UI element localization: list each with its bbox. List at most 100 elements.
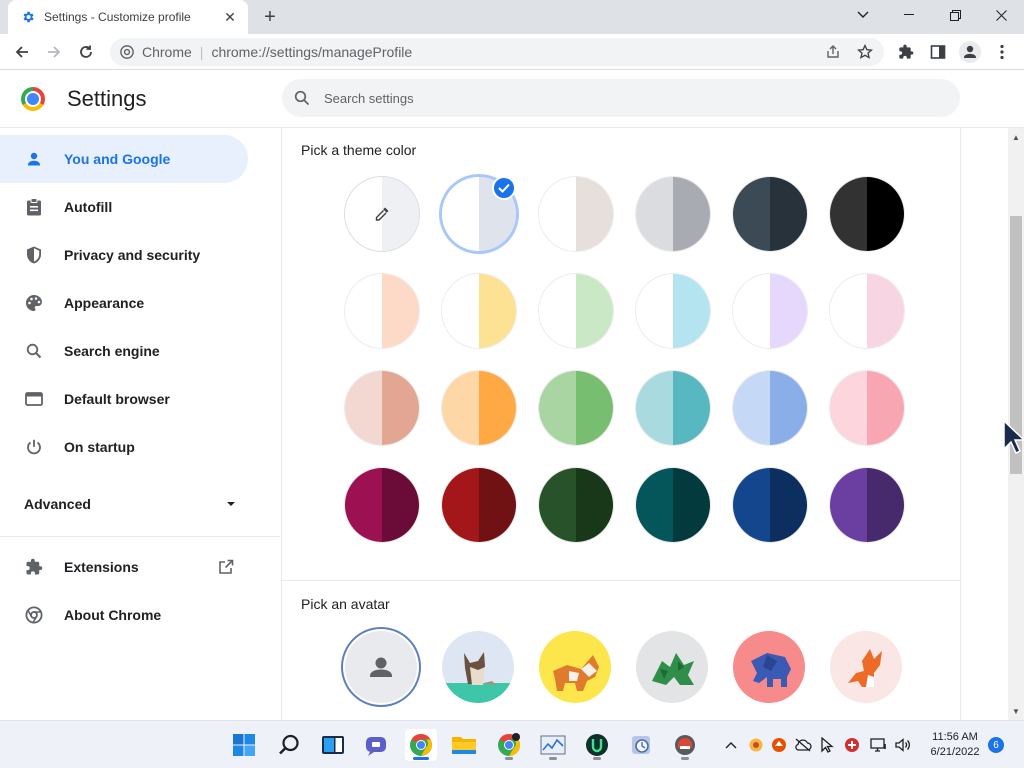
- fox-origami-avatar[interactable]: [830, 631, 902, 703]
- theme-color-swatch[interactable]: [636, 468, 710, 542]
- game-app-button[interactable]: [669, 729, 701, 761]
- theme-color-swatch[interactable]: [636, 274, 710, 348]
- person-icon: [370, 657, 392, 677]
- swatch-left-half: [539, 274, 576, 348]
- vpn-app-button[interactable]: [581, 729, 613, 761]
- selected-check-icon: [492, 176, 516, 200]
- pointer-tray-icon[interactable]: [818, 736, 836, 754]
- theme-color-swatch[interactable]: [539, 468, 613, 542]
- sidebar-item-search-engine[interactable]: Search engine: [0, 327, 248, 375]
- back-button[interactable]: [8, 38, 36, 66]
- tray-app-icon[interactable]: [747, 736, 765, 754]
- sidebar-item-label: Privacy and security: [64, 247, 201, 263]
- sidebar-item-you-and-google[interactable]: You and Google: [0, 135, 248, 183]
- taskbar-chrome-app-2[interactable]: [493, 729, 525, 761]
- arrow-right-icon: [48, 46, 61, 58]
- scroll-up-arrow[interactable]: ▲: [1008, 130, 1024, 144]
- bookmark-star-button[interactable]: [853, 42, 877, 62]
- menu-button[interactable]: [988, 38, 1016, 66]
- minimize-button[interactable]: [886, 0, 932, 30]
- theme-color-swatch[interactable]: [539, 371, 613, 445]
- reload-button[interactable]: [72, 38, 100, 66]
- tab-search-button[interactable]: [840, 0, 886, 30]
- swatch-left-half: [636, 274, 673, 348]
- volume-icon[interactable]: [894, 736, 912, 754]
- profile-button[interactable]: [956, 38, 984, 66]
- theme-color-swatch[interactable]: [442, 468, 516, 542]
- sidebar-advanced-toggle[interactable]: Advanced: [24, 492, 236, 516]
- system-clock[interactable]: 11:56 AM 6/21/2022: [920, 730, 990, 760]
- tab-strip: Settings - Customize profile ✕ +: [0, 0, 1024, 34]
- section-divider: [281, 580, 961, 581]
- theme-color-swatch[interactable]: [830, 177, 904, 251]
- sidebar-item-on-startup[interactable]: On startup: [0, 423, 248, 471]
- theme-color-swatch[interactable]: [442, 274, 516, 348]
- file-explorer-button[interactable]: [448, 729, 480, 761]
- swatch-left-half: [345, 468, 382, 542]
- elephant-origami-avatar[interactable]: [733, 631, 805, 703]
- custom-color-picker[interactable]: [345, 177, 419, 251]
- chart-app-button[interactable]: [537, 729, 569, 761]
- theme-color-swatch[interactable]: [442, 371, 516, 445]
- sidebar-item-label: Autofill: [64, 199, 113, 215]
- network-icon[interactable]: [870, 736, 888, 754]
- settings-header: Settings Search settings: [0, 70, 1024, 128]
- chevron-up-icon[interactable]: [722, 736, 740, 754]
- theme-color-swatch[interactable]: [636, 177, 710, 251]
- swatch-left-half: [733, 177, 770, 251]
- swatch-right-half: [867, 274, 904, 348]
- theme-color-swatch[interactable]: [539, 177, 613, 251]
- forward-button[interactable]: [40, 38, 68, 66]
- sidebar-item-about-chrome[interactable]: About Chrome: [0, 591, 248, 639]
- theme-color-swatch[interactable]: [539, 274, 613, 348]
- close-icon[interactable]: ✕: [222, 9, 238, 25]
- tab-settings[interactable]: Settings - Customize profile ✕: [8, 0, 248, 34]
- teams-chat-button[interactable]: [360, 729, 392, 761]
- sidebar-item-autofill[interactable]: Autofill: [0, 183, 248, 231]
- security-tray-icon[interactable]: [843, 736, 861, 754]
- theme-color-swatch[interactable]: [733, 274, 807, 348]
- cat-origami-icon: [442, 652, 514, 703]
- new-tab-button[interactable]: +: [258, 5, 282, 29]
- tab-title: Settings - Customize profile: [44, 10, 191, 24]
- theme-color-swatch[interactable]: [733, 468, 807, 542]
- tools-app-button[interactable]: [625, 729, 657, 761]
- theme-color-swatch[interactable]: [345, 468, 419, 542]
- cloud-offline-icon[interactable]: [794, 736, 812, 754]
- running-indicator: [505, 757, 513, 760]
- extensions-button[interactable]: [892, 38, 920, 66]
- close-icon: [995, 9, 1007, 21]
- share-button[interactable]: [821, 42, 845, 62]
- theme-color-swatch[interactable]: [733, 177, 807, 251]
- sidebar-item-privacy-and-security[interactable]: Privacy and security: [0, 231, 248, 279]
- side-panel-button[interactable]: [924, 38, 952, 66]
- default-person-avatar[interactable]: [345, 631, 417, 703]
- cat-origami-avatar[interactable]: [442, 631, 514, 703]
- search-icon: [294, 90, 310, 106]
- corgi-origami-avatar[interactable]: [539, 631, 611, 703]
- theme-color-swatch[interactable]: [830, 468, 904, 542]
- theme-color-swatch[interactable]: [636, 371, 710, 445]
- window-close-button[interactable]: [978, 0, 1024, 30]
- search-settings-input[interactable]: Search settings: [282, 79, 960, 117]
- theme-color-swatch[interactable]: [345, 371, 419, 445]
- swatch-right-half: [673, 468, 710, 542]
- taskbar-chrome-app[interactable]: [405, 729, 437, 761]
- taskbar-search-button[interactable]: [273, 729, 305, 761]
- start-button[interactable]: [228, 729, 260, 761]
- sidebar-item-extensions[interactable]: Extensions: [0, 543, 256, 591]
- scroll-down-arrow[interactable]: ▼: [1008, 704, 1024, 718]
- notification-badge[interactable]: 6: [988, 737, 1004, 753]
- address-bar[interactable]: Chrome | chrome://settings/manageProfile: [110, 38, 884, 66]
- theme-color-swatch[interactable]: [733, 371, 807, 445]
- theme-color-swatch[interactable]: [830, 274, 904, 348]
- theme-color-swatch[interactable]: [345, 274, 419, 348]
- task-view-button[interactable]: [317, 729, 349, 761]
- sidebar-item-appearance[interactable]: Appearance: [0, 279, 248, 327]
- tray-warning-icon[interactable]: [770, 736, 788, 754]
- restore-button[interactable]: [932, 0, 978, 30]
- dragon-origami-avatar[interactable]: [636, 631, 708, 703]
- chrome-logo-icon: [21, 87, 45, 111]
- sidebar-item-default-browser[interactable]: Default browser: [0, 375, 248, 423]
- theme-color-swatch[interactable]: [830, 371, 904, 445]
